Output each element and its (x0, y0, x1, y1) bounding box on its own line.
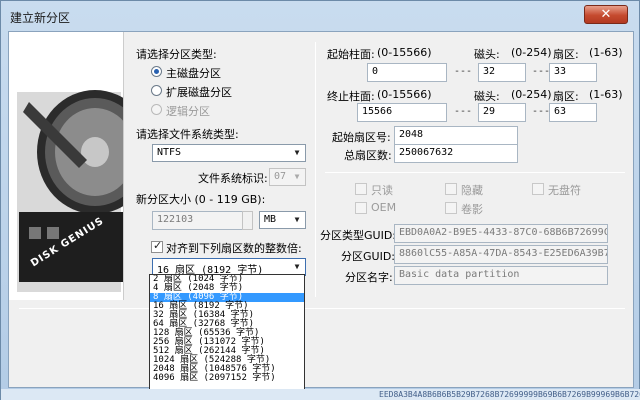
start-head-label: 磁头: (474, 48, 500, 61)
nodrive-label: 无盘符 (548, 184, 581, 197)
chevron-down-icon: ▼ (294, 262, 300, 271)
radio-extended-label: 扩展磁盘分区 (166, 86, 232, 99)
start-sector-range: (1-63) (589, 46, 623, 59)
status-strip: EED8A3B4A8B6B6B5B29B7268B72699999B69B6B7… (1, 389, 640, 400)
status-text: EED8A3B4A8B6B6B5B29B7268B72699999B69B6B7… (379, 390, 640, 399)
radio-primary-label: 主磁盘分区 (166, 67, 221, 80)
hidden-checkbox[interactable] (445, 183, 457, 195)
end-head-label: 磁头: (474, 90, 500, 103)
radio-extended[interactable] (151, 85, 162, 96)
total-sectors-label: 总扇区数: (344, 149, 392, 162)
readonly-label: 只读 (371, 184, 393, 197)
dash-separator: --- (454, 66, 473, 77)
column-divider (315, 42, 316, 297)
oem-label: OEM (371, 201, 397, 214)
align-checkbox[interactable] (151, 239, 163, 253)
oem-checkbox[interactable] (355, 202, 367, 214)
start-sector-input[interactable]: 33 (549, 63, 597, 82)
title-bar: 建立新分区 ✕ (1, 1, 640, 31)
dash-separator: --- (532, 106, 551, 117)
end-cylinder-label: 终止柱面: (327, 90, 375, 103)
end-sector-input[interactable]: 63 (549, 103, 597, 122)
start-sector-number-value: 2048 (399, 129, 424, 140)
end-sector-label: 扇区: (553, 90, 579, 103)
shadow-checkbox[interactable] (445, 202, 457, 214)
end-cylinder-value: 15566 (362, 106, 393, 117)
radio-logical[interactable] (151, 104, 162, 115)
start-sector-value: 33 (554, 66, 567, 77)
partition-type-label: 请选择分区类型: (136, 48, 217, 61)
filesystem-value: NTFS (157, 147, 182, 158)
start-sector-number-label: 起始扇区号: (332, 131, 391, 144)
start-head-range: (0-254) (511, 46, 552, 59)
end-head-value: 29 (483, 106, 496, 117)
total-sectors-input[interactable]: 250067632 (394, 144, 518, 163)
dialog-client: DISK GENIUS 请选择分区类型: 主磁盘分区 扩展磁盘分区 逻辑分区 请… (8, 31, 634, 388)
chevron-down-icon: ▼ (294, 148, 300, 157)
size-unit-select[interactable]: MB ▼ (259, 211, 306, 229)
filesystem-id-label: 文件系统标识: (198, 172, 268, 185)
size-input[interactable]: 122103 (152, 211, 250, 230)
filesystem-id-select[interactable]: 07 ▼ (269, 168, 306, 186)
dash-separator: --- (532, 66, 551, 77)
filesystem-select[interactable]: NTFS ▼ (152, 144, 306, 162)
disk-art-panel: DISK GENIUS (9, 32, 124, 300)
dash-separator: --- (454, 106, 473, 117)
align-option[interactable]: 4096 扇区 (2097152 字节) (150, 374, 304, 383)
radio-logical-label: 逻辑分区 (166, 105, 210, 118)
end-cylinder-input[interactable]: 15566 (357, 103, 447, 122)
partition-name-label: 分区名字: (345, 271, 393, 284)
chevron-down-icon: ▼ (294, 215, 300, 224)
end-cylinder-range: (0-15566) (377, 88, 432, 101)
filesystem-label: 请选择文件系统类型: (136, 128, 239, 141)
end-head-input[interactable]: 29 (478, 103, 526, 122)
start-sector-number-input[interactable]: 2048 (394, 126, 518, 145)
partition-guid-label: 分区GUID: (341, 250, 395, 263)
start-head-input[interactable]: 32 (478, 63, 526, 82)
start-sector-label: 扇区: (553, 48, 579, 61)
partition-guid-input[interactable]: 8860lC55-A85A-47DA-8543-E25ED6A39B73 (394, 245, 608, 264)
size-label: 新分区大小 (0 - 119 GB): (136, 193, 266, 206)
hidden-label: 隐藏 (461, 184, 483, 197)
end-sector-value: 63 (554, 106, 567, 117)
filesystem-id-value: 07 (274, 171, 287, 182)
partition-name-value: Basic data partition (399, 269, 520, 280)
end-sector-range: (1-63) (589, 88, 623, 101)
hard-disk-icon (9, 32, 123, 300)
partition-guid-value: 8860lC55-A85A-47DA-8543-E25ED6A39B73 (399, 248, 608, 259)
start-cylinder-label: 起始柱面: (327, 48, 375, 61)
section-divider (325, 172, 625, 173)
start-cylinder-value: 0 (372, 66, 379, 77)
align-label: 对齐到下列扇区数的整数倍: (166, 242, 302, 255)
start-cylinder-range: (0-15566) (377, 46, 432, 59)
type-guid-value: EBD0A0A2-B9E5-4433-87C0-68B6B72699C7 (399, 227, 608, 238)
size-value: 122103 (157, 214, 194, 225)
radio-primary[interactable] (151, 66, 162, 77)
end-head-range: (0-254) (511, 88, 552, 101)
start-cylinder-input[interactable]: 0 (367, 63, 447, 82)
window-title: 建立新分区 (10, 11, 71, 25)
close-button[interactable]: ✕ (584, 5, 628, 24)
bottom-divider (19, 308, 625, 309)
align-dropdown-list[interactable]: 2 扇区 (1024 字节) 4 扇区 (2048 字节) 8 扇区 (4096 字… (149, 274, 305, 392)
start-head-value: 32 (483, 66, 496, 77)
size-stepper[interactable] (242, 211, 253, 230)
chevron-down-icon: ▼ (294, 172, 300, 181)
shadow-label: 卷影 (461, 203, 483, 216)
type-guid-input[interactable]: EBD0A0A2-B9E5-4433-87C0-68B6B72699C7 (394, 224, 608, 243)
total-sectors-value: 250067632 (399, 147, 454, 158)
type-guid-label: 分区类型GUID: (320, 229, 396, 242)
partition-name-input[interactable]: Basic data partition (394, 266, 608, 285)
size-unit-value: MB (264, 214, 277, 225)
nodrive-checkbox[interactable] (532, 183, 544, 195)
close-icon: ✕ (600, 7, 612, 22)
readonly-checkbox[interactable] (355, 183, 367, 195)
dialog-window: 建立新分区 ✕ DISK GENIUS 请选择分区类型: 主磁盘分区 扩展磁盘分… (0, 0, 640, 400)
